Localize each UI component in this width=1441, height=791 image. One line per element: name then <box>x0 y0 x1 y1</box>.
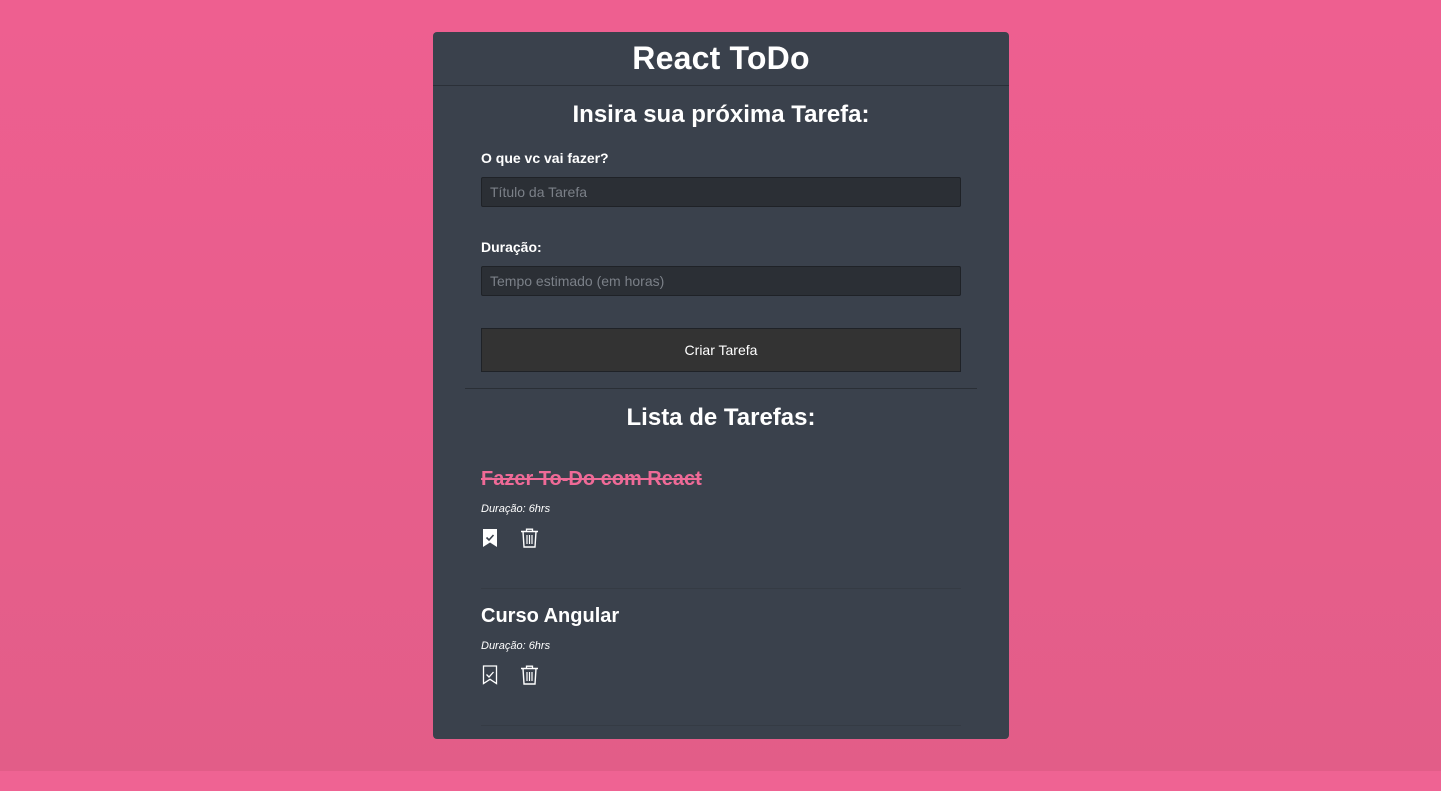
task-item: Curso Angular Duração: 6hrs <box>481 605 961 726</box>
create-task-button[interactable]: Criar Tarefa <box>481 328 961 372</box>
todo-card: React ToDo Insira sua próxima Tarefa: O … <box>433 32 1009 739</box>
section-divider <box>465 388 977 389</box>
task-title: Fazer To-Do com React <box>481 468 702 490</box>
form-heading: Insira sua próxima Tarefa: <box>572 101 870 128</box>
duration-label: Duração: <box>481 239 542 255</box>
trash-icon[interactable] <box>520 665 539 685</box>
bookmark-check-filled-icon[interactable] <box>481 528 500 548</box>
app-title: React ToDo <box>632 40 810 76</box>
task-title-label: O que vc vai fazer? <box>481 150 609 166</box>
task-actions <box>481 665 539 685</box>
list-heading: Lista de Tarefas: <box>626 404 816 431</box>
task-duration: Duração: 6hrs <box>481 640 551 652</box>
task-actions <box>481 528 539 548</box>
trash-icon[interactable] <box>520 528 539 548</box>
page-footer-strip <box>0 771 1441 791</box>
task-title: Curso Angular <box>481 605 620 627</box>
task-duration: Duração: 6hrs <box>481 503 551 515</box>
duration-input[interactable] <box>481 266 961 296</box>
task-item: Fazer To-Do com React Duração: 6hrs <box>481 468 961 589</box>
card-header: React ToDo <box>433 32 1009 86</box>
bookmark-check-outline-icon[interactable] <box>481 665 500 685</box>
task-title-input[interactable] <box>481 177 961 207</box>
